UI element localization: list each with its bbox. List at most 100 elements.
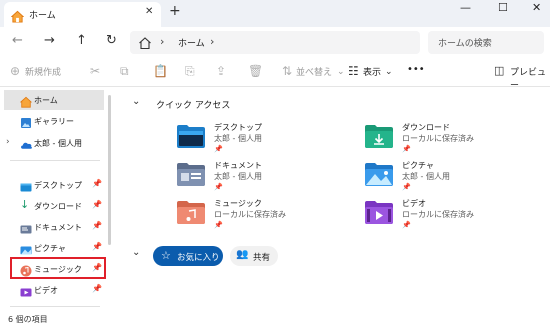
highlight-box: [10, 257, 106, 279]
tile-downloads[interactable]: ダウンロード ローカルに保存済み 📌: [364, 122, 550, 162]
cloud-icon: [20, 136, 33, 155]
new-tab-button[interactable]: +: [169, 3, 181, 19]
divider: [10, 160, 100, 161]
desktop-icon: [20, 178, 32, 197]
tile-location: ローカルに保存済み: [402, 210, 474, 219]
share-icon[interactable]: ⇪: [216, 64, 226, 78]
sidebar-item-label: 太郎 - 個人用: [34, 139, 82, 148]
sort-button[interactable]: 並べ替え: [296, 65, 332, 78]
sidebar-item-label: ビデオ: [34, 286, 58, 295]
cut-icon[interactable]: ✂: [90, 64, 100, 78]
tile-location: 太郎 - 個人用: [214, 134, 262, 143]
rename-icon[interactable]: ⎘: [185, 64, 195, 79]
sidebar-scrollbar[interactable]: [108, 95, 111, 245]
breadcrumb-separator[interactable]: ›: [160, 35, 164, 48]
navigation-bar: ← → ↑ ↻ › ホーム › ホームの検索: [0, 27, 550, 57]
chevron-down-icon: ⌄: [385, 67, 393, 77]
new-button[interactable]: 新規作成: [25, 65, 61, 78]
sidebar-item-desktop[interactable]: デスクトップ 📌: [4, 175, 104, 195]
home-outline-icon[interactable]: [138, 35, 152, 54]
pin-icon[interactable]: 📌: [92, 284, 102, 293]
address-bar[interactable]: › ホーム ›: [130, 31, 420, 54]
view-button[interactable]: 表示: [363, 65, 381, 78]
sidebar-item-pictures[interactable]: ピクチャ 📌: [4, 238, 104, 258]
quick-access-heading[interactable]: クイック アクセス: [156, 98, 230, 111]
sidebar-item-home[interactable]: ホーム: [4, 90, 104, 110]
close-window-button[interactable]: ✕: [532, 1, 541, 14]
back-button[interactable]: ←: [12, 33, 23, 48]
more-options-button[interactable]: •••: [407, 64, 425, 75]
tile-location: ローカルに保存済み: [402, 134, 474, 143]
up-button[interactable]: ↑: [76, 33, 87, 48]
sidebar-item-label: ドキュメント: [34, 223, 82, 232]
view-icon: ☷: [348, 64, 359, 78]
home-icon: [19, 93, 33, 112]
tile-name: デスクトップ: [214, 123, 262, 132]
favorites-label: お気に入り: [177, 253, 220, 263]
pin-icon: 📌: [402, 145, 411, 153]
sidebar-item-documents[interactable]: ドキュメント 📌: [4, 217, 104, 237]
main-content: ⌄ クイック アクセス デスクトップ 太郎 - 個人用 📌 ダウンロード ローカ…: [120, 88, 550, 310]
tab-title: ホーム: [29, 11, 56, 21]
copy-icon[interactable]: ⧉: [120, 64, 129, 79]
favorites-filter-button[interactable]: ☆ お気に入り: [153, 246, 223, 266]
star-icon: ☆: [161, 249, 171, 262]
tile-name: ピクチャ: [402, 161, 434, 170]
sidebar-item-label: ホーム: [34, 96, 58, 105]
sidebar-item-label: デスクトップ: [34, 181, 82, 190]
search-input[interactable]: ホームの検索: [428, 31, 544, 54]
tile-music[interactable]: ミュージック ローカルに保存済み 📌: [176, 198, 376, 238]
search-placeholder: ホームの検索: [438, 39, 492, 49]
status-bar-item-count: 6 個の項目: [8, 315, 48, 324]
music-folder-icon: [176, 199, 206, 229]
breadcrumb-separator[interactable]: ›: [210, 35, 214, 48]
desktop-folder-icon: [176, 123, 206, 153]
tab-close-icon[interactable]: ✕: [145, 6, 153, 17]
tile-pictures[interactable]: ピクチャ 太郎 - 個人用 📌: [364, 160, 550, 200]
pin-icon: 📌: [402, 183, 411, 191]
chevron-right-icon[interactable]: ›: [6, 137, 10, 147]
chevron-down-icon: ⌄: [337, 67, 345, 77]
delete-icon[interactable]: 🗑: [248, 64, 263, 78]
pin-icon[interactable]: 📌: [92, 179, 102, 188]
videos-folder-icon: [364, 199, 394, 229]
pin-icon[interactable]: 📌: [92, 221, 102, 230]
tile-documents[interactable]: ドキュメント 太郎 - 個人用 📌: [176, 160, 376, 200]
divider: [10, 306, 100, 307]
tab-home[interactable]: ホーム ✕: [4, 2, 161, 27]
refresh-button[interactable]: ↻: [106, 33, 117, 48]
sidebar-item-onedrive[interactable]: › 太郎 - 個人用: [4, 133, 104, 153]
tile-location: 太郎 - 個人用: [402, 172, 450, 181]
tile-location: ローカルに保存済み: [214, 210, 286, 219]
chevron-down-icon[interactable]: ⌄: [132, 96, 140, 107]
home-icon: [10, 8, 25, 27]
shared-filter-button[interactable]: 👥 共有: [230, 246, 278, 266]
sidebar-item-label: ピクチャ: [34, 244, 66, 253]
sidebar-item-gallery[interactable]: ギャラリー: [4, 111, 104, 131]
breadcrumb-home[interactable]: ホーム: [178, 36, 205, 49]
video-icon: [20, 283, 32, 302]
sidebar-item-videos[interactable]: ビデオ 📌: [4, 280, 104, 300]
sort-icon: ⇅: [282, 64, 293, 78]
new-icon: ⊕: [10, 64, 21, 78]
pictures-folder-icon: [364, 161, 394, 191]
gallery-icon: [20, 114, 32, 133]
documents-folder-icon: [176, 161, 206, 191]
downloads-folder-icon: [364, 123, 394, 153]
pin-icon[interactable]: 📌: [92, 242, 102, 251]
forward-button[interactable]: →: [44, 33, 55, 48]
download-icon: ↓: [20, 198, 30, 211]
tile-videos[interactable]: ビデオ ローカルに保存済み 📌: [364, 198, 550, 238]
shared-label: 共有: [253, 253, 271, 263]
paste-icon[interactable]: 📋: [153, 64, 168, 78]
pin-icon[interactable]: 📌: [92, 200, 102, 209]
chevron-down-icon[interactable]: ⌄: [132, 247, 140, 258]
tile-desktop[interactable]: デスクトップ 太郎 - 個人用 📌: [176, 122, 376, 162]
minimize-button[interactable]: —: [460, 1, 471, 14]
tile-name: ミュージック: [214, 199, 262, 208]
sidebar-item-downloads[interactable]: ↓ ダウンロード 📌: [4, 196, 104, 216]
maximize-button[interactable]: ☐: [498, 1, 508, 14]
tile-name: ダウンロード: [402, 123, 450, 132]
pin-icon: 📌: [214, 183, 223, 191]
pin-icon: 📌: [214, 145, 223, 153]
